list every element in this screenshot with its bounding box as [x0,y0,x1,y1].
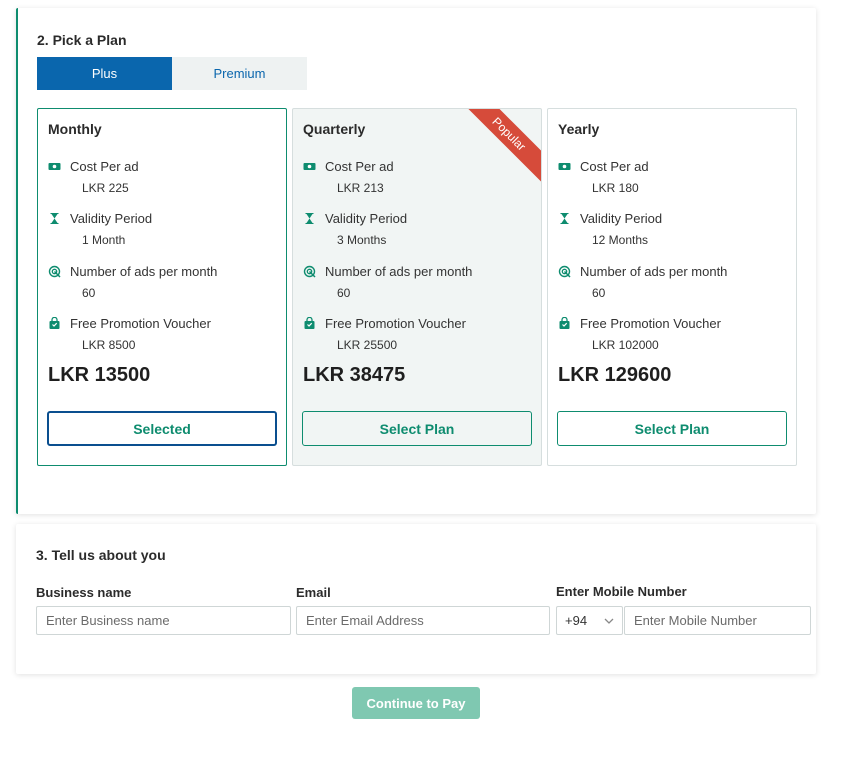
feature-label: Cost Per ad [325,159,394,174]
feature-label: Cost Per ad [70,159,139,174]
feature-value: LKR 180 [592,181,639,195]
plan-price: LKR 13500 [48,364,151,386]
tab-plus[interactable]: Plus [37,57,172,90]
feature-value: 1 Month [82,233,126,247]
feature-label: Number of ads per month [580,264,728,279]
feature-label: Number of ads per month [70,264,218,279]
feature-value: LKR 102000 [592,338,659,352]
feature-label: Cost Per ad [580,159,649,174]
section-title: 3. Tell us about you [36,547,166,563]
chevron-down-icon [604,618,614,624]
business-name-input[interactable] [36,606,291,635]
plan-card-quarterly[interactable]: Quarterly Popular Cost Per ad LKR 213 Val… [292,108,542,466]
target-icon [303,265,316,278]
email-input[interactable] [296,606,550,635]
target-icon [48,265,61,278]
feature-value: LKR 25500 [337,338,398,352]
plan-name: Yearly [558,121,600,137]
feature-value: 60 [82,286,96,300]
plan-card-monthly[interactable]: Monthly Cost Per ad LKR 225 Validity Per… [37,108,287,466]
select-plan-button[interactable]: Select Plan [302,411,532,446]
feature-label: Free Promotion Voucher [325,316,466,331]
about-you-section: 3. Tell us about you Business name Email… [16,524,816,674]
plan-name: Quarterly [303,121,366,137]
feature-value: LKR 225 [82,181,129,195]
money-icon [48,160,61,173]
plan-price: LKR 129600 [558,364,672,386]
target-icon [558,265,571,278]
feature-value: 60 [337,286,351,300]
plan-type-tabs: Plus Premium [37,57,307,90]
hourglass-icon [303,212,316,225]
continue-to-pay-button[interactable]: Continue to Pay [352,687,480,719]
mobile-label: Enter Mobile Number [556,584,687,599]
feature-value: LKR 8500 [82,338,136,352]
feature-value: 3 Months [337,233,387,247]
feature-label: Free Promotion Voucher [70,316,211,331]
selected-button[interactable]: Selected [47,411,277,446]
plan-name: Monthly [48,121,102,137]
feature-value: 60 [592,286,606,300]
business-name-label: Business name [36,585,132,600]
plan-price: LKR 38475 [303,364,406,386]
hourglass-icon [48,212,61,225]
money-icon [558,160,571,173]
bag-icon [303,316,316,330]
select-plan-button[interactable]: Select Plan [557,411,787,446]
section-title: 2. Pick a Plan [37,32,127,48]
country-code-value: +94 [565,613,588,628]
feature-value: 12 Months [592,233,649,247]
bag-icon [48,316,61,330]
feature-label: Validity Period [70,211,153,226]
feature-label: Validity Period [325,211,408,226]
email-label: Email [296,585,331,600]
feature-value: LKR 213 [337,181,384,195]
mobile-number-input[interactable] [624,606,811,635]
plan-card-yearly[interactable]: Yearly Cost Per ad LKR 180 Validity Peri… [547,108,797,466]
feature-label: Number of ads per month [325,264,473,279]
feature-label: Validity Period [580,211,663,226]
bag-icon [558,316,571,330]
tab-premium[interactable]: Premium [172,57,307,90]
country-code-select[interactable]: +94 [556,606,623,635]
hourglass-icon [558,212,571,225]
popular-ribbon: Popular [458,109,541,185]
pick-plan-section: 2. Pick a Plan Plus Premium Monthly Cost… [16,8,816,514]
feature-label: Free Promotion Voucher [580,316,721,331]
money-icon [303,160,316,173]
